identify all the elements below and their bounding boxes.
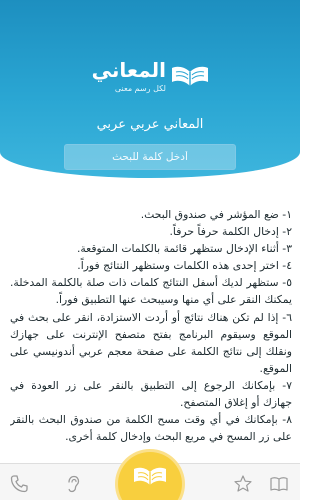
search-input[interactable] (64, 144, 236, 170)
open-book-icon (270, 477, 288, 492)
instruction-step-1: ١- ضع المؤشر في صندوق البحث. (140, 208, 292, 221)
book-icon (134, 467, 166, 485)
app-header: المعاني لكل رسم معنى المعاني عربي عربي (0, 0, 300, 178)
star-icon (234, 475, 252, 492)
phone-icon (10, 475, 28, 493)
ear-icon (68, 475, 80, 493)
instruction-step-6: ٦- إذا لم تكن هناك نتائج أو أردت الاستزا… (10, 310, 292, 375)
tab-favorites[interactable] (230, 472, 256, 496)
instruction-step-7: ٧- بإمكانك الرجوع إلى التطبيق بالنقر على… (10, 378, 292, 410)
logo-tagline: لكل رسم معنى (114, 84, 166, 93)
logo-wordmark: المعاني (91, 58, 166, 82)
instruction-step-8: ٨- بإمكانك في أي وقت مسح الكلمة من صندوق… (10, 413, 292, 444)
tab-listen[interactable] (60, 472, 86, 496)
instructions-text: ١- ضع المؤشر في صندوق البحث. ٢- إدخال ال… (10, 206, 292, 466)
instruction-step-5: ٥- ستظهر لديك أسفل النتائج كلمات ذات صلة… (10, 276, 292, 307)
dictionary-subtitle: المعاني عربي عربي (96, 117, 204, 132)
book-logo-icon (172, 66, 208, 86)
tab-contact[interactable] (6, 472, 32, 496)
instruction-step-2: ٢- إدخال الكلمة حرفاً حرفاً. (169, 225, 292, 239)
instruction-step-4: ٤- اختر إحدى هذه الكلمات وستظهر النتائج … (77, 259, 292, 273)
instruction-step-3: ٣- أثناء الإدخال ستظهر قائمة بالكلمات ال… (76, 242, 292, 256)
tab-dictionary[interactable] (266, 472, 292, 496)
app-logo: المعاني لكل رسم معنى (92, 58, 210, 100)
